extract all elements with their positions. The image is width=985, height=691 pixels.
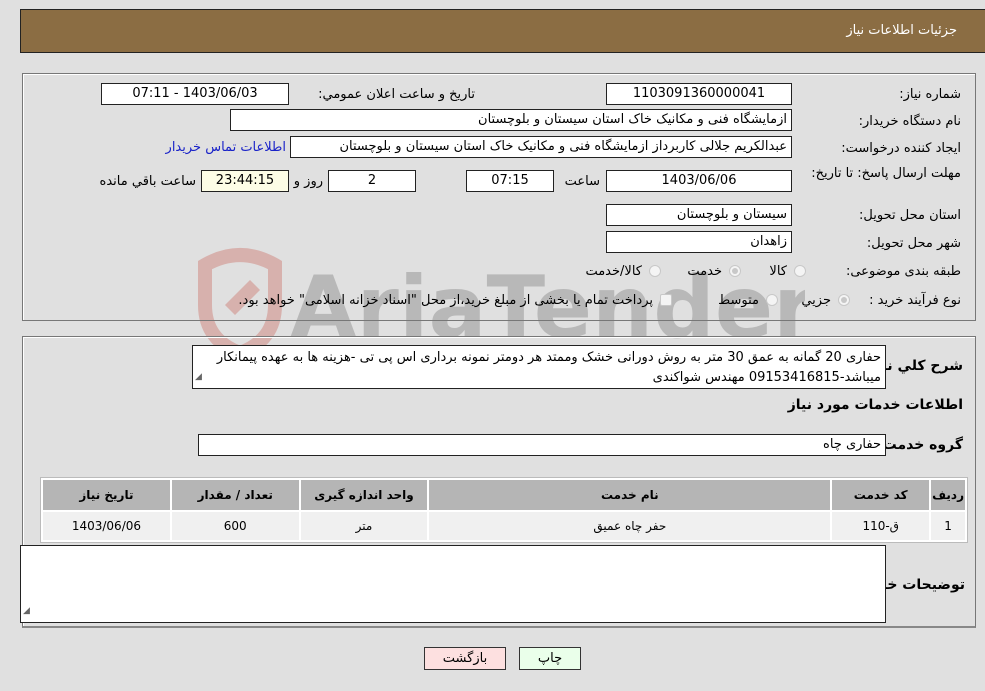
announce-field[interactable]: 1403/06/03 - 07:11 [101,83,289,105]
process-label: نوع فرآیند خرید : [869,293,961,308]
need-details-panel: شرح کلي نیاز: حفاری 20 گمانه به عمق 30 م… [20,336,976,628]
description-text: حفاری 20 گمانه به عمق 30 متر به روش دورا… [216,350,881,385]
category-label: طبقه بندی موضوعی: [845,264,961,279]
need-number-field[interactable]: 1103091360000041 [606,83,792,105]
deadline-label: مهلت ارسال پاسخ: تا تاریخ: [811,166,961,181]
back-button[interactable]: بازگشت [424,647,506,670]
cell-service-code: ق-110 [832,512,930,540]
category-radio-goods[interactable] [794,265,806,277]
services-table: ردیف کد خدمت نام خدمت واحد اندازه گیری ت… [40,477,968,543]
treasury-payment-checkbox[interactable] [660,294,672,306]
buyer-notes-field[interactable]: ◢ [20,545,886,623]
city-label: شهر محل تحویل: [866,236,961,251]
deadline-time-field[interactable]: 07:15 [466,170,554,192]
page-title: جزئیات اطلاعات نیاز [846,23,957,38]
creator-label: ایجاد کننده درخواست: [841,141,961,156]
process-option-minor: جزيي [801,293,831,308]
category-radio-goods-service[interactable] [649,265,661,277]
resize-grip-icon[interactable]: ◢ [195,367,202,387]
category-option-service: خدمت [687,264,722,279]
process-option-medium: متوسط [718,293,759,308]
remaining-time-field[interactable]: 23:44:15 [201,170,289,192]
column-header-row-number: ردیف [931,480,965,510]
remaining-time-label: ساعت باقي مانده [99,174,196,189]
city-field[interactable]: زاهدان [606,231,792,253]
buyer-org-label: نام دستگاه خریدار: [858,114,961,129]
need-number-label: شماره نیاز: [899,87,961,102]
description-field[interactable]: حفاری 20 گمانه به عمق 30 متر به روش دورا… [192,345,886,389]
buyer-org-field[interactable]: ازمایشگاه فنی و مکانیک خاک استان سیستان … [230,109,792,131]
days-label: روز و [293,174,323,189]
column-header-service-code: کد خدمت [832,480,930,510]
category-option-goods-service: کالا/خدمت [585,264,642,279]
process-radio-minor[interactable] [838,294,850,306]
payment-note: پرداخت تمام یا بخشی از مبلغ خرید،از محل … [238,293,653,308]
announce-label: تاریخ و ساعت اعلان عمومي: [318,87,475,102]
service-group-label: گروه خدمت: [877,437,963,453]
column-header-service-name: نام خدمت [429,480,831,510]
print-button[interactable]: چاپ [519,647,581,670]
cell-need-date: 1403/06/06 [43,512,170,540]
cell-row-number: 1 [931,512,965,540]
table-row: 1 ق-110 حفر چاه عمیق متر 600 1403/06/06 [43,512,965,540]
creator-field[interactable]: عبدالکریم جلالی کاربرداز ازمایشگاه فنی و… [290,136,792,158]
category-option-goods: کالا [769,264,787,279]
deadline-time-label: ساعت [564,174,600,189]
days-remaining-field[interactable]: 2 [328,170,416,192]
table-header-row: ردیف کد خدمت نام خدمت واحد اندازه گیری ت… [43,480,965,510]
deadline-date-field[interactable]: 1403/06/06 [606,170,792,192]
resize-grip-icon[interactable]: ◢ [23,601,30,621]
process-radio-medium[interactable] [766,294,778,306]
page-header: جزئیات اطلاعات نیاز [20,9,985,53]
cell-unit: متر [300,512,428,540]
column-header-need-date: تاریخ نیاز [43,480,170,510]
service-group-field[interactable]: حفاری چاه [198,434,886,456]
services-section-title: اطلاعات خدمات مورد نیاز [787,397,963,413]
province-field[interactable]: سیستان و بلوچستان [606,204,792,226]
buyer-contact-link[interactable]: اطلاعات تماس خریدار [166,140,286,155]
need-info-panel: شماره نیاز: 1103091360000041 تاریخ و ساع… [22,73,976,321]
cell-quantity: 600 [171,512,299,540]
province-label: استان محل تحویل: [859,208,961,223]
column-header-unit: واحد اندازه گیری [300,480,428,510]
column-header-quantity: تعداد / مقدار [171,480,299,510]
category-radio-service[interactable] [729,265,741,277]
cell-service-name: حفر چاه عمیق [429,512,831,540]
